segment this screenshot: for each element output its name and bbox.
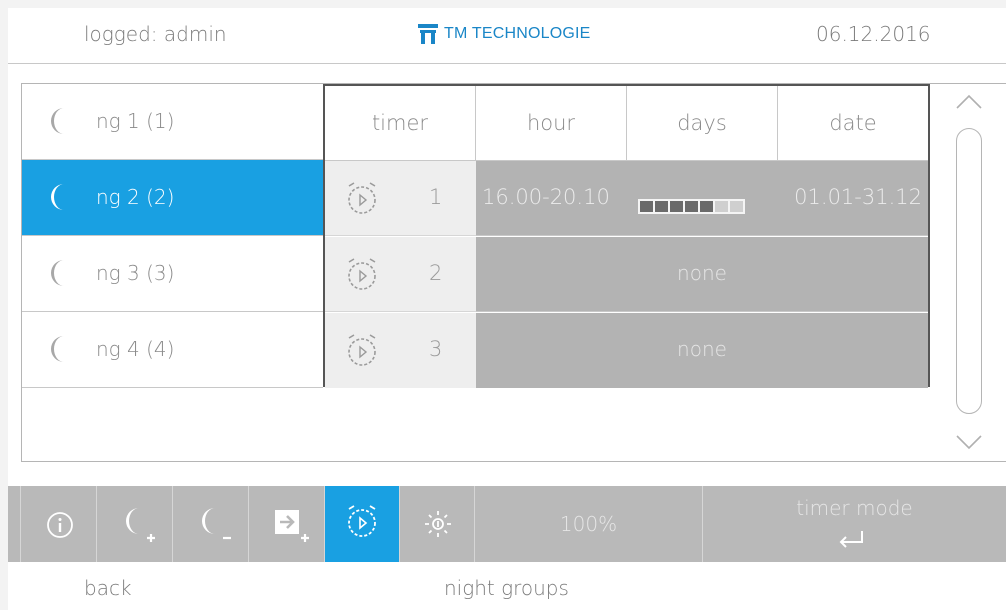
brand-logo: TM TECHNOLOGIE [418, 24, 591, 44]
day-on [700, 201, 713, 212]
current-date: 06.12.2016 [816, 22, 931, 46]
scrollbar[interactable] [932, 83, 1006, 462]
chevron-up-icon[interactable] [955, 94, 983, 110]
table-row[interactable]: 1 16.00-20.10 01.01-31.12 [325, 161, 928, 237]
alarm-clock-icon [348, 505, 376, 537]
timer-data: none [476, 313, 928, 388]
group-label: ng 3 (3) [96, 261, 175, 285]
info-button[interactable] [21, 486, 97, 562]
timer-none: none [677, 337, 727, 361]
screen-title: night groups [444, 576, 569, 600]
day-off [715, 201, 728, 212]
tm-logo-icon [418, 24, 438, 44]
alarm-clock-icon [348, 334, 376, 366]
chevron-down-icon[interactable] [955, 434, 983, 450]
timer-mode-label: timer mode [796, 496, 913, 520]
day-on [640, 201, 653, 212]
moon-icon [51, 184, 64, 210]
weekday-indicator [638, 199, 745, 214]
timer-number: 2 [429, 261, 443, 285]
brightness-button[interactable] [400, 486, 475, 562]
sun-icon [425, 511, 451, 537]
enter-arrow-icon [839, 531, 863, 548]
day-on [655, 201, 668, 212]
timer-date: 01.01-31.12 [794, 185, 922, 209]
enter-plus-icon [275, 510, 309, 542]
table-row[interactable]: 3 none [325, 313, 928, 389]
timer-button[interactable] [325, 486, 400, 562]
toolbar: 100% timer mode [8, 486, 1006, 562]
add-to-group-button[interactable] [249, 486, 325, 562]
column-header-days: days [627, 86, 778, 161]
toolbar-spacer [8, 486, 21, 562]
timer-mode-button[interactable]: timer mode [703, 486, 1006, 562]
table-row[interactable]: 2 none [325, 237, 928, 313]
day-off [730, 201, 743, 212]
timer-cell: 2 [325, 237, 476, 312]
timer-data: 16.00-20.10 01.01-31.12 [476, 161, 928, 236]
moon-icon [51, 108, 64, 134]
remove-group-button[interactable] [173, 486, 249, 562]
group-item-ng2[interactable]: ng 2 (2) [22, 160, 323, 236]
moon-icon [51, 260, 64, 286]
timer-cell: 1 [325, 161, 476, 236]
logged-user: logged: admin [84, 22, 227, 46]
moon-icon [51, 336, 64, 362]
timer-hour: 16.00-20.10 [482, 185, 610, 209]
add-group-button[interactable] [97, 486, 173, 562]
timer-cell: 3 [325, 313, 476, 388]
group-item-ng3[interactable]: ng 3 (3) [22, 236, 323, 312]
moon-plus-icon [126, 508, 155, 542]
night-group-list: ng 1 (1) ng 2 (2) ng 3 (3) ng 4 (4) [21, 83, 324, 462]
timer-number: 1 [429, 185, 443, 209]
group-item-ng4[interactable]: ng 4 (4) [22, 312, 323, 388]
alarm-clock-icon [348, 258, 376, 290]
group-label: ng 2 (2) [96, 185, 175, 209]
header: logged: admin TM TECHNOLOGIE 06.12.2016 [8, 8, 1006, 64]
timer-table: timer hour days date 1 16.00-20.10 01.01… [323, 84, 930, 389]
group-item-ng1[interactable]: ng 1 (1) [22, 84, 323, 160]
column-header-hour: hour [476, 86, 627, 161]
timer-data: none [476, 237, 928, 312]
scroll-track[interactable] [956, 128, 982, 414]
timer-none: none [677, 261, 727, 285]
alarm-clock-icon [348, 182, 376, 214]
info-icon [47, 512, 73, 538]
day-on [685, 201, 698, 212]
timer-number: 3 [429, 337, 443, 361]
column-header-timer: timer [325, 86, 476, 161]
timer-table-area: timer hour days date 1 16.00-20.10 01.01… [323, 83, 932, 462]
back-button[interactable]: back [84, 576, 132, 600]
moon-minus-icon [202, 508, 231, 540]
screen: logged: admin TM TECHNOLOGIE 06.12.2016 … [8, 8, 1006, 610]
level-display[interactable]: 100% [475, 486, 703, 562]
column-header-date: date [778, 86, 928, 161]
group-label: ng 1 (1) [96, 109, 175, 133]
group-label: ng 4 (4) [96, 337, 175, 361]
day-on [670, 201, 683, 212]
device-frame: logged: admin TM TECHNOLOGIE 06.12.2016 … [0, 0, 1006, 610]
brand-name: TM TECHNOLOGIE [444, 25, 591, 42]
